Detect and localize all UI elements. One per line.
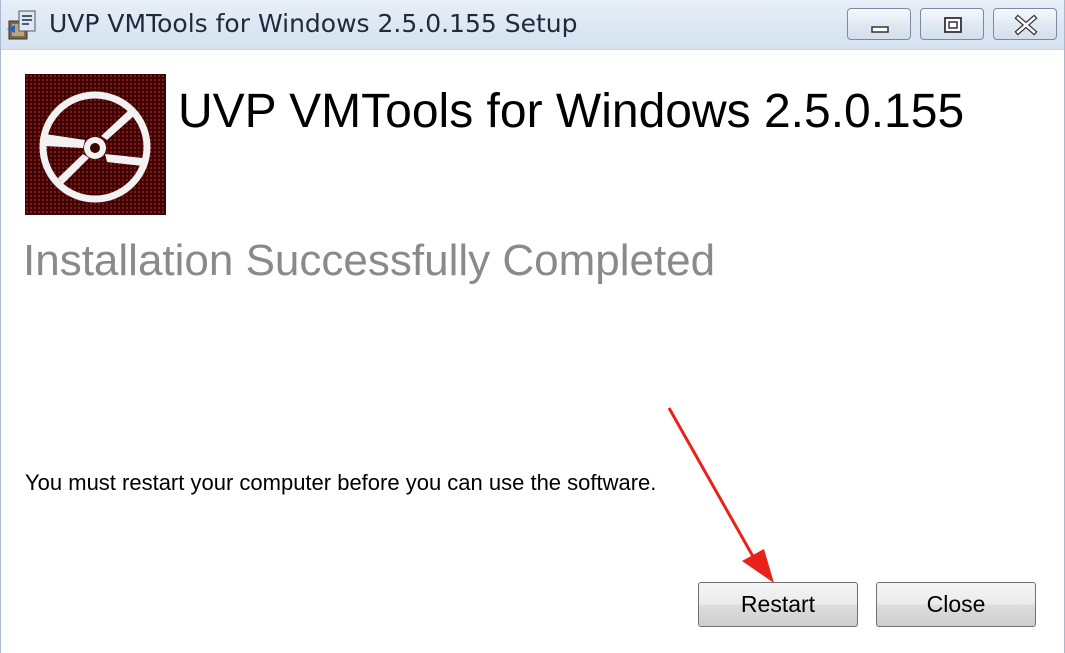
setup-window: UVP VMTools for Windows 2.5.0.155 Setup — [0, 0, 1065, 653]
maximize-icon — [944, 17, 962, 33]
installer-icon[interactable] — [5, 7, 41, 43]
close-button[interactable]: Close — [876, 582, 1036, 627]
window-title: UVP VMTools for Windows 2.5.0.155 Setup — [49, 9, 578, 38]
minimize-button[interactable] — [847, 8, 911, 40]
restart-button[interactable]: Restart — [698, 582, 858, 627]
close-window-button[interactable] — [993, 8, 1057, 40]
restart-message: You must restart your computer before yo… — [25, 470, 657, 495]
minimize-icon — [871, 26, 889, 33]
title-bar[interactable]: UVP VMTools for Windows 2.5.0.155 Setup — [1, 0, 1064, 50]
disc-logo-icon — [25, 74, 166, 215]
maximize-button[interactable] — [920, 8, 984, 40]
status-heading: Installation Successfully Completed — [23, 236, 716, 285]
close-icon — [1014, 14, 1038, 36]
product-title: UVP VMTools for Windows 2.5.0.155 — [178, 85, 965, 138]
